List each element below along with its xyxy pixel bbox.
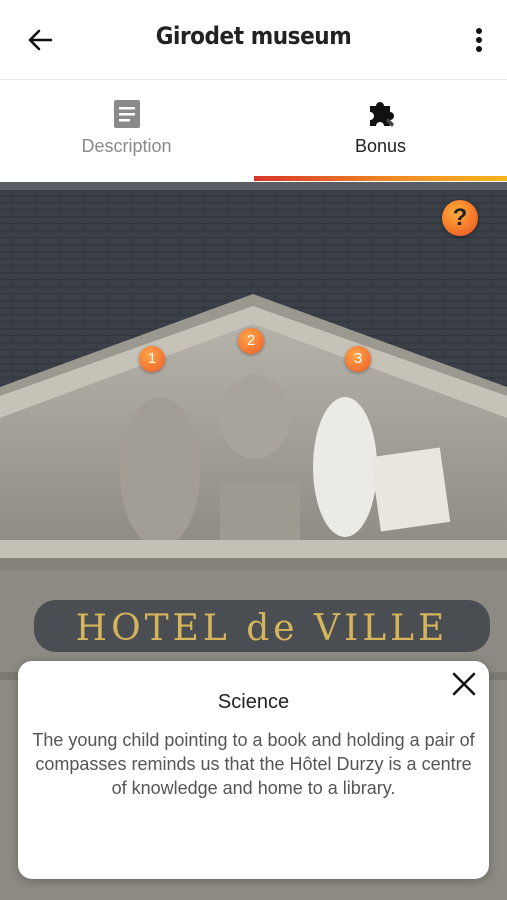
tab-bonus[interactable]: Bonus: [254, 80, 507, 180]
document-icon: [113, 100, 140, 128]
hotspot-3[interactable]: 3: [345, 346, 371, 372]
tab-description-label: Description: [81, 136, 172, 156]
app-bar: Girodet museum: [0, 0, 507, 80]
active-tab-indicator: [254, 176, 507, 181]
info-card: Science The young child pointing to a bo…: [18, 661, 489, 879]
page-title: Girodet museum: [155, 22, 352, 50]
tab-description[interactable]: Description: [0, 80, 253, 180]
hotspot-1[interactable]: 1: [139, 346, 165, 372]
more-options-button[interactable]: [465, 22, 493, 58]
hotel-de-ville-sign: HOTEL de VILLE: [76, 608, 449, 649]
more-vertical-icon: [476, 28, 482, 52]
info-card-title: Science: [217, 691, 290, 713]
tab-bar: Description Bonus: [0, 80, 507, 182]
help-button[interactable]: ?: [442, 200, 478, 236]
puzzle-piece-icon: [369, 102, 394, 127]
info-card-body: The young child pointing to a book and h…: [32, 730, 475, 798]
tab-bonus-label: Bonus: [354, 136, 407, 156]
hotspot-2[interactable]: 2: [238, 328, 264, 354]
